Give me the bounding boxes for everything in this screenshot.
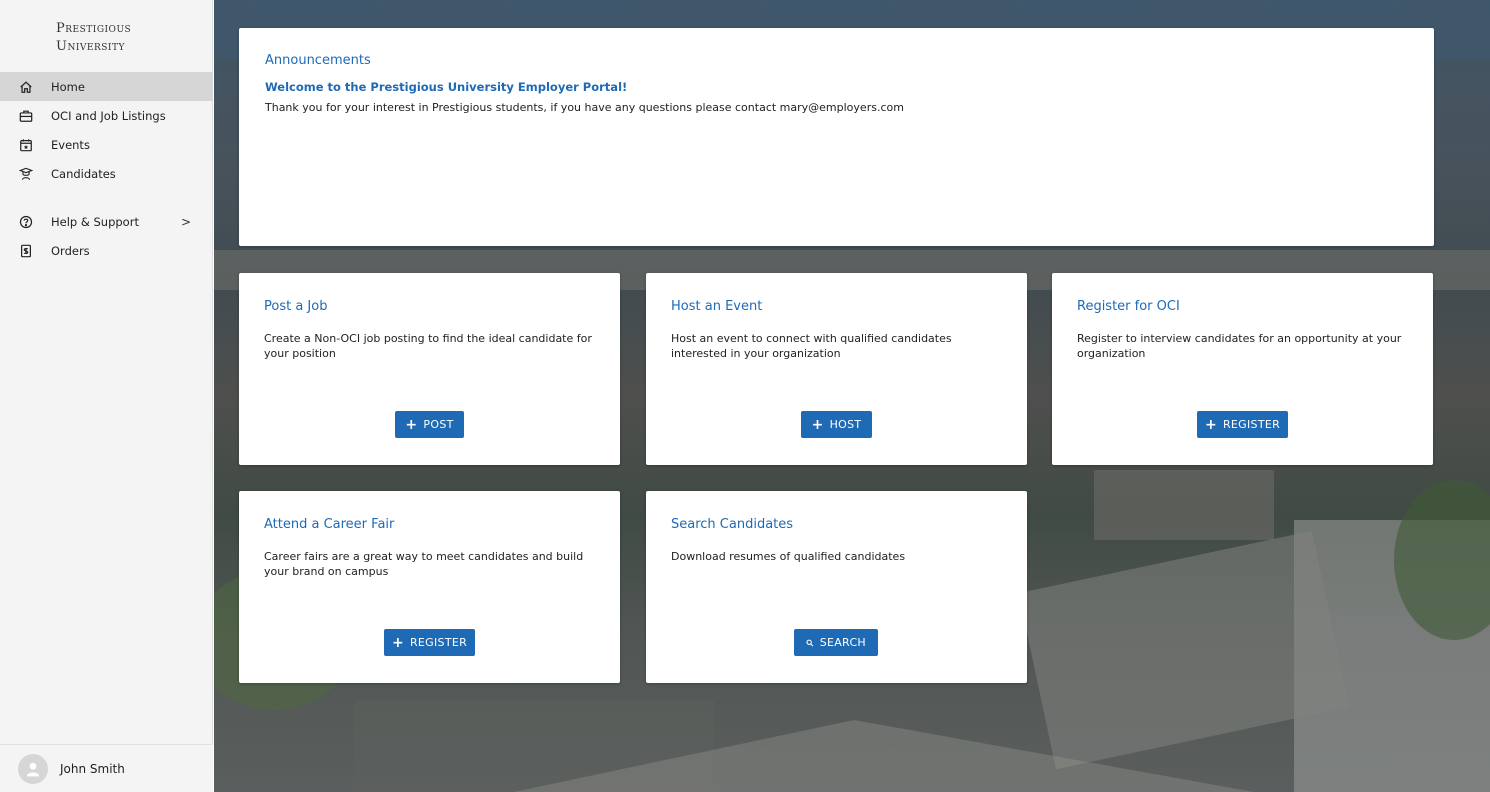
- plus-icon: +: [1204, 416, 1217, 433]
- logo-line-2: University: [56, 39, 125, 54]
- card-description: Download resumes of qualified candidates: [671, 550, 906, 563]
- card-title: Attend a Career Fair: [264, 517, 395, 532]
- user-profile[interactable]: John Smith: [0, 744, 213, 792]
- button-label: POST: [423, 418, 454, 431]
- register-oci-card: Register for OCI Register to interview c…: [1052, 273, 1433, 465]
- search-icon: [806, 639, 814, 646]
- sidebar-item-label: Home: [51, 79, 85, 94]
- receipt-icon: [19, 244, 33, 258]
- sidebar-item-home[interactable]: Home: [0, 72, 213, 101]
- announcement-headline: Welcome to the Prestigious University Em…: [265, 80, 628, 94]
- button-label: REGISTER: [1222, 418, 1281, 431]
- card-title: Post a Job: [264, 299, 328, 314]
- sidebar-item-label: Events: [51, 137, 90, 152]
- home-icon: [19, 80, 33, 94]
- button-label: REGISTER: [409, 636, 468, 649]
- help-icon: [19, 215, 33, 229]
- register-oci-button[interactable]: + REGISTER: [1197, 411, 1288, 438]
- sidebar-item-oci-job-listings[interactable]: OCI and Job Listings: [0, 101, 213, 130]
- university-logo[interactable]: Prestigious University: [56, 20, 131, 56]
- search-candidates-card: Search Candidates Download resumes of qu…: [646, 491, 1027, 683]
- sidebar-item-label: OCI and Job Listings: [51, 108, 166, 123]
- card-description: Register to interview candidates for an …: [1077, 332, 1402, 360]
- host-button[interactable]: + HOST: [801, 411, 872, 438]
- sidebar-nav: Home OCI and Job Listings Events Candida…: [0, 72, 213, 265]
- sidebar-item-label: Orders: [51, 243, 90, 258]
- sidebar-item-label: Help & Support: [51, 214, 139, 229]
- graduate-icon: [19, 167, 33, 181]
- chevron-right-icon: >: [180, 214, 191, 229]
- career-fair-card: Attend a Career Fair Career fairs are a …: [239, 491, 620, 683]
- card-description: Host an event to connect with qualified …: [671, 332, 952, 360]
- button-label: SEARCH: [819, 636, 866, 649]
- plus-icon: +: [811, 416, 824, 433]
- briefcase-icon: [19, 109, 33, 123]
- post-job-card: Post a Job Create a Non-OCI job posting …: [239, 273, 620, 465]
- career-fair-register-button[interactable]: + REGISTER: [384, 629, 475, 656]
- card-description: Career fairs are a great way to meet can…: [264, 550, 584, 578]
- search-button[interactable]: SEARCH: [794, 629, 878, 656]
- announcements-title: Announcements: [265, 53, 371, 68]
- plus-icon: +: [405, 416, 418, 433]
- post-button[interactable]: + POST: [395, 411, 464, 438]
- button-label: HOST: [829, 418, 862, 431]
- sidebar-item-orders[interactable]: Orders: [0, 236, 213, 265]
- avatar: [18, 753, 48, 784]
- announcement-message: Thank you for your interest in Prestigio…: [265, 101, 904, 114]
- card-title: Register for OCI: [1077, 299, 1180, 314]
- sidebar-item-candidates[interactable]: Candidates: [0, 159, 213, 188]
- plus-icon: +: [391, 634, 404, 651]
- sidebar: Prestigious University Home OCI and Job …: [0, 0, 213, 792]
- host-event-card: Host an Event Host an event to connect w…: [646, 273, 1027, 465]
- calendar-icon: [19, 138, 33, 152]
- main-content: Announcements Welcome to the Prestigious…: [214, 0, 1490, 792]
- user-name: John Smith: [60, 761, 125, 776]
- card-title: Search Candidates: [671, 517, 794, 532]
- card-description: Create a Non-OCI job posting to find the…: [264, 332, 592, 360]
- logo-line-1: Prestigious: [56, 21, 132, 36]
- announcements-panel: Announcements Welcome to the Prestigious…: [239, 28, 1434, 246]
- sidebar-item-events[interactable]: Events: [0, 130, 213, 159]
- card-title: Host an Event: [671, 299, 763, 314]
- sidebar-item-label: Candidates: [51, 166, 116, 181]
- sidebar-item-help-support[interactable]: Help & Support >: [0, 207, 213, 236]
